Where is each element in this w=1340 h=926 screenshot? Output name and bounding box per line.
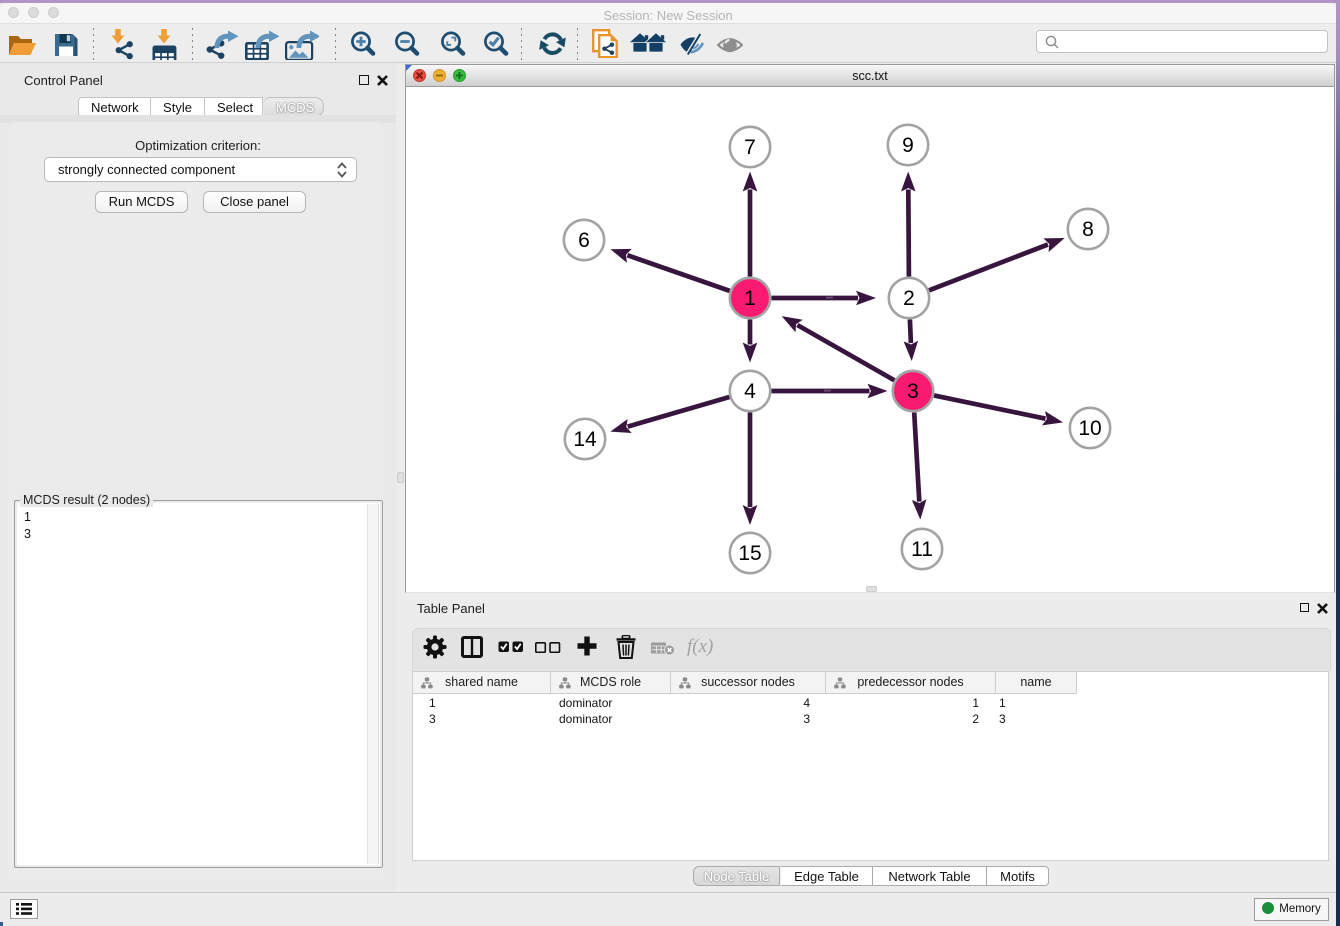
svg-text:14: 14 bbox=[573, 428, 597, 451]
svg-text:6: 6 bbox=[578, 229, 590, 252]
svg-text:7: 7 bbox=[744, 136, 756, 159]
svg-text:8: 8 bbox=[1082, 218, 1094, 241]
svg-text:4: 4 bbox=[744, 380, 756, 403]
svg-text:9: 9 bbox=[902, 134, 914, 157]
svg-text:15: 15 bbox=[738, 542, 761, 565]
svg-text:10: 10 bbox=[1078, 417, 1101, 440]
svg-text:3: 3 bbox=[907, 380, 919, 403]
svg-text:2: 2 bbox=[903, 287, 915, 310]
svg-text:1: 1 bbox=[744, 287, 756, 310]
svg-text:11: 11 bbox=[911, 538, 933, 561]
